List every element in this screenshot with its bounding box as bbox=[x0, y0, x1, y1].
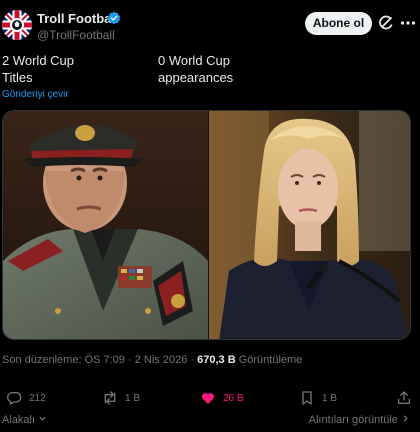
retweet-button[interactable]: 1 B bbox=[102, 388, 140, 408]
grok-icon[interactable] bbox=[378, 15, 394, 31]
bookmark-button[interactable]: 1 B bbox=[299, 388, 337, 408]
tweet-text-right-line2: appearances bbox=[158, 70, 234, 85]
like-button[interactable]: 26 B bbox=[200, 388, 244, 408]
tweet-time[interactable]: ÖS 7:09 bbox=[85, 354, 125, 366]
tweet-media[interactable] bbox=[2, 110, 411, 340]
verified-badge-icon bbox=[107, 11, 121, 25]
tweet-meta: Son düzenleme: ÖS 7:09 · 2 Nis 2026 · 67… bbox=[2, 354, 302, 366]
tweet-actions: 212 1 B 26 B 1 B bbox=[0, 388, 420, 408]
views-label: Görüntüleme bbox=[238, 354, 303, 366]
views-count: 670,3 B bbox=[197, 354, 236, 366]
tweet-text-right-line1: 0 World Cup bbox=[158, 53, 231, 68]
author-handle[interactable]: @TrollFootball bbox=[37, 28, 115, 42]
more-options-icon[interactable] bbox=[399, 14, 417, 32]
retweet-count: 1 B bbox=[125, 392, 141, 404]
tweet-date[interactable]: 2 Nis 2026 bbox=[135, 354, 188, 366]
sort-select-label: Alakalı bbox=[2, 414, 36, 426]
bookmark-count: 1 B bbox=[322, 392, 338, 404]
heart-icon bbox=[202, 393, 214, 404]
sort-select[interactable]: Alakalı bbox=[2, 414, 47, 426]
tweet-text-left-line1: 2 World Cup bbox=[2, 53, 75, 68]
bookmark-icon bbox=[302, 391, 312, 405]
translate-post-link[interactable]: Gönderiyi çevir bbox=[2, 89, 69, 100]
reply-button[interactable]: 212 bbox=[6, 388, 46, 408]
view-quotes-link[interactable]: Alıntıları görüntüle bbox=[309, 414, 410, 426]
share-button[interactable] bbox=[396, 388, 419, 408]
meta-separator-2: · bbox=[190, 354, 195, 366]
tweet-card: Troll Football @TrollFootball Abone ol 2… bbox=[0, 0, 420, 432]
follow-button[interactable]: Abone ol bbox=[305, 12, 372, 35]
reply-icon bbox=[7, 392, 22, 405]
media-image-left[interactable] bbox=[3, 111, 208, 340]
share-icon bbox=[398, 391, 410, 404]
media-image-right[interactable] bbox=[209, 111, 411, 340]
like-count: 26 B bbox=[223, 392, 244, 404]
tweet-text-left-line2: Titles bbox=[2, 70, 33, 85]
chevron-down-icon bbox=[39, 416, 46, 421]
view-quotes-label: Alıntıları görüntüle bbox=[308, 414, 398, 426]
retweet-icon bbox=[104, 391, 116, 405]
chevron-right-icon bbox=[403, 415, 408, 422]
author-avatar[interactable] bbox=[2, 10, 32, 40]
tweet-header: Troll Football @TrollFootball Abone ol bbox=[0, 0, 420, 46]
uk-flag-icon bbox=[2, 10, 32, 40]
reply-count: 212 bbox=[29, 392, 46, 404]
edited-label[interactable]: Son düzenleme: bbox=[2, 354, 82, 366]
tweet-footer: Alakalı Alıntıları görüntüle bbox=[0, 414, 420, 430]
meta-separator: · bbox=[127, 354, 132, 366]
